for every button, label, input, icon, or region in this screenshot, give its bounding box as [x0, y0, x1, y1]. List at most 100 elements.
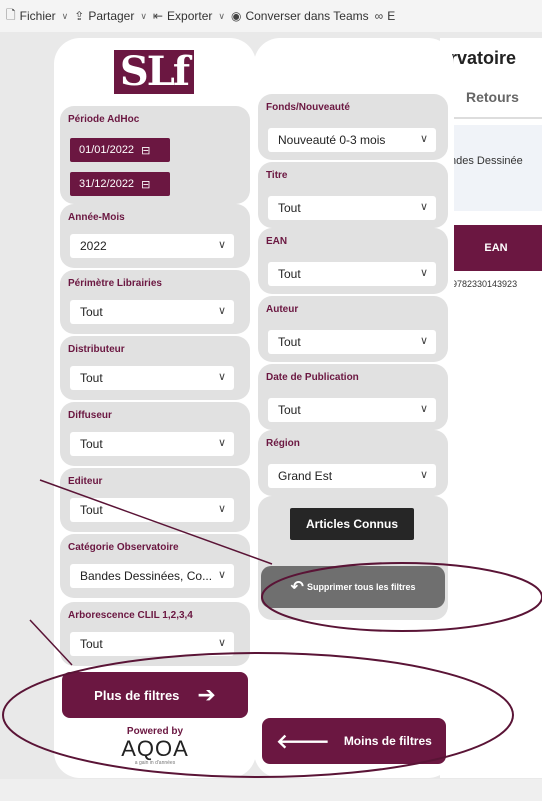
moins-filtres-label: Moins de filtres	[343, 734, 432, 748]
arborescence-dropdown[interactable]: Tout ∨	[70, 632, 234, 656]
perimetre-value: Tout	[80, 305, 103, 319]
file-icon: 🗋	[6, 7, 16, 22]
file-menu[interactable]: 🗋 Fichier ∨	[6, 6, 68, 27]
chevron-down-icon: ∨	[419, 335, 428, 347]
supprimer-filtres-button[interactable]: ↶ Supprimer tous les filtres	[261, 566, 445, 608]
arrow-left-icon: 🡐	[276, 730, 330, 753]
chevron-down-icon: ∨	[217, 503, 226, 515]
glasses-icon: ∞	[374, 9, 384, 23]
moins-filtres-button[interactable]: 🡐 Moins de filtres	[262, 718, 446, 764]
titre-value: Tout	[278, 201, 301, 215]
annee-mois-label: Année-Mois	[68, 212, 125, 223]
actions-box: Articles Connus ↶ Supprimer tous les fil…	[258, 496, 448, 620]
arborescence-label: Arborescence CLIL 1,2,3,4	[68, 610, 193, 621]
editeur-filter: Editeur Tout ∨	[60, 468, 250, 532]
end-date-value: 31/12/2022	[79, 178, 135, 190]
chevron-down-icon: ∨	[61, 10, 69, 21]
region-dropdown[interactable]: Grand Est ∨	[268, 464, 436, 488]
supprimer-filtres-label: Supprimer tous les filtres	[306, 582, 416, 592]
start-date-value: 01/01/2022	[79, 144, 135, 156]
ean-label: EAN	[266, 236, 288, 247]
ean-filter: EAN Tout ∨	[258, 228, 448, 294]
ean-dropdown[interactable]: Tout ∨	[268, 262, 436, 286]
page-title: rvatoire	[450, 48, 517, 68]
tab-retours[interactable]: Retours	[466, 89, 519, 105]
teams-button[interactable]: ◉ Converser dans Teams	[231, 9, 369, 23]
ean-value: Tout	[278, 267, 301, 281]
teams-icon: ◉	[230, 9, 242, 23]
annee-mois-value: 2022	[80, 239, 107, 253]
chevron-down-icon: ∨	[217, 239, 226, 251]
chevron-down-icon: ∨	[217, 305, 226, 317]
teams-button-label: Converser dans Teams	[245, 9, 369, 23]
arborescence-value: Tout	[80, 637, 103, 651]
share-menu[interactable]: ⇪ Partager ∨	[74, 9, 147, 23]
perimetre-label: Périmètre Librairies	[68, 278, 162, 289]
periode-filter: Période AdHoc 01/01/2022 ⊟ 31/12/2022 ⊟	[60, 106, 250, 204]
top-toolbar: 🗋 Fichier ∨ ⇪ Partager ∨ ⇤ Exporter ∨ ◉ …	[0, 0, 542, 32]
titre-label: Titre	[266, 170, 288, 181]
chevron-down-icon: ∨	[419, 267, 428, 279]
chevron-down-icon: ∨	[419, 133, 428, 145]
distributeur-label: Distributeur	[68, 344, 125, 355]
diffuseur-dropdown[interactable]: Tout ∨	[70, 432, 234, 456]
share-menu-label: Partager	[88, 9, 135, 23]
date-publication-filter: Date de Publication Tout ∨	[258, 364, 448, 430]
diffuseur-filter: Diffuseur Tout ∨	[60, 402, 250, 466]
aqoa-branding: Powered by AQOA a gain in d'années	[54, 726, 256, 766]
plus-filtres-button[interactable]: Plus de filtres ➔	[62, 672, 248, 718]
slf-logo: SLf	[114, 50, 194, 94]
diffuseur-label: Diffuseur	[68, 410, 112, 421]
aqoa-logo: AQOA	[121, 736, 189, 761]
region-filter: Région Grand Est ∨	[258, 430, 448, 496]
distributeur-filter: Distributeur Tout ∨	[60, 336, 250, 400]
categorie-dropdown[interactable]: Bandes Dessinées, Co... ∨	[70, 564, 234, 588]
distributeur-dropdown[interactable]: Tout ∨	[70, 366, 234, 390]
editeur-value: Tout	[80, 503, 103, 517]
date-publication-dropdown[interactable]: Tout ∨	[268, 398, 436, 422]
ean-cell: 9782330143923	[452, 279, 518, 289]
titre-filter: Titre Tout ∨	[258, 162, 448, 228]
ean-column-header[interactable]: EAN	[450, 225, 542, 271]
tab-divider	[440, 117, 542, 119]
auteur-label: Auteur	[266, 304, 299, 315]
view-menu[interactable]: ∞ E	[375, 9, 396, 23]
calendar-icon: ⊟	[141, 144, 151, 157]
aqoa-tagline: a gain in d'années	[134, 760, 176, 766]
date-publication-value: Tout	[278, 403, 301, 417]
auteur-dropdown[interactable]: Tout ∨	[268, 330, 436, 354]
categorie-filter: Catégorie Observatoire Bandes Dessinées,…	[60, 534, 250, 598]
view-menu-label: E	[387, 9, 396, 23]
fonds-dropdown[interactable]: Nouveauté 0-3 mois ∨	[268, 128, 436, 152]
periode-label: Période AdHoc	[68, 114, 140, 125]
distributeur-value: Tout	[80, 371, 103, 385]
start-date-field[interactable]: 01/01/2022 ⊟	[70, 138, 170, 162]
titre-dropdown[interactable]: Tout ∨	[268, 196, 436, 220]
editeur-label: Editeur	[68, 476, 103, 487]
chevron-down-icon: ∨	[419, 469, 428, 481]
auteur-value: Tout	[278, 335, 301, 349]
left-filter-panel: SLf Période AdHoc 01/01/2022 ⊟ 31/12/202…	[54, 38, 256, 778]
plus-filtres-label: Plus de filtres	[94, 687, 180, 703]
region-value: Grand Est	[278, 469, 333, 483]
articles-connus-button[interactable]: Articles Connus	[290, 508, 414, 540]
chevron-down-icon: ∨	[217, 437, 226, 449]
categorie-value: Bandes Dessinées, Co...	[80, 569, 213, 583]
fonds-filter: Fonds/Nouveauté Nouveauté 0-3 mois ∨	[258, 94, 448, 160]
editeur-dropdown[interactable]: Tout ∨	[70, 498, 234, 522]
export-menu[interactable]: ⇤ Exporter ∨	[153, 9, 225, 23]
bottom-strip	[0, 779, 542, 801]
articles-connus-label: Articles Connus	[305, 517, 398, 531]
arrow-right-icon: ➔	[197, 682, 216, 707]
chevron-down-icon: ∨	[218, 10, 225, 21]
perimetre-filter: Périmètre Librairies Tout ∨	[60, 270, 250, 334]
perimetre-dropdown[interactable]: Tout ∨	[70, 300, 234, 324]
category-card-text: ndes Dessinée	[450, 155, 523, 167]
diffuseur-value: Tout	[80, 437, 103, 451]
chevron-down-icon: ∨	[140, 10, 147, 21]
fonds-label: Fonds/Nouveauté	[266, 102, 350, 113]
chevron-down-icon: ∨	[217, 371, 226, 383]
calendar-icon: ⊟	[141, 178, 151, 191]
end-date-field[interactable]: 31/12/2022 ⊟	[70, 172, 170, 196]
annee-mois-dropdown[interactable]: 2022 ∨	[70, 234, 234, 258]
